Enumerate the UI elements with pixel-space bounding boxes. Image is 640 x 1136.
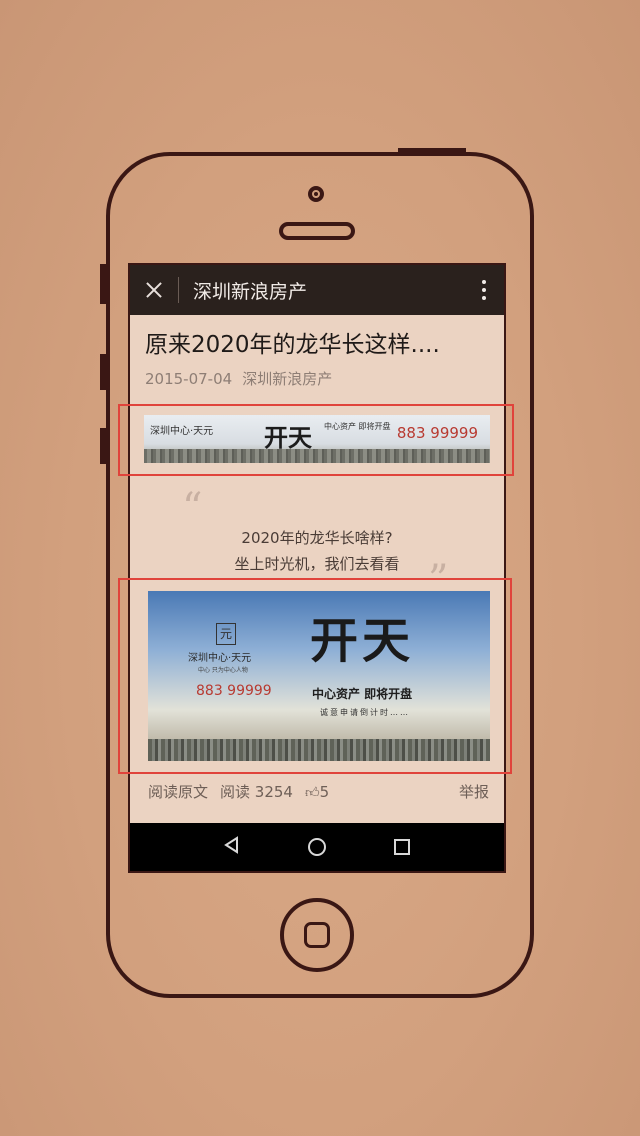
top-bar: 深圳新浪房产 <box>130 265 504 315</box>
android-nav-bar <box>130 823 504 871</box>
article-content: ° 原来2020年的龙华长这样.... 2015-07-04深圳新浪房产 深圳中… <box>130 315 504 825</box>
power-button <box>398 148 466 154</box>
banner2-logo: 元 <box>216 623 236 645</box>
main-banner-ad[interactable]: 元 深圳中心·天元 中心 只为中心人物 883 99999 开天 中心资产 即将… <box>148 591 490 761</box>
like-count: 5 <box>319 782 330 801</box>
banner1-brand: 深圳中心·天元 <box>150 426 214 437</box>
banner2-skyline <box>148 739 490 761</box>
top-banner-ad[interactable]: 深圳中心·天元 开天 中心资产 即将开盘 883 99999 <box>144 415 490 463</box>
home-circle-icon[interactable] <box>306 836 328 858</box>
banner1-skyline <box>144 449 490 463</box>
article-date: 2015-07-04 <box>145 370 233 388</box>
article-author[interactable]: 深圳新浪房产 <box>242 370 332 388</box>
home-square-icon <box>304 922 330 948</box>
banner2-tagline: 中心 只为中心人物 <box>198 667 248 674</box>
article-title: 原来2020年的龙华长这样.... <box>145 332 440 358</box>
article-meta: 2015-07-04 深圳新浪房产 <box>145 368 332 389</box>
read-count: 阅读 3254 <box>220 783 293 801</box>
quote-line-1: 2020年的龙华长啥样? <box>241 529 393 547</box>
banner2-subtext: 诚意申请倒计时…… <box>320 708 410 717</box>
topbar-title: 深圳新浪房产 <box>193 280 308 303</box>
phone-screen: 深圳新浪房产 ° 原来2020年的龙华长这样.... 2015-07-04深圳新… <box>128 263 506 873</box>
back-icon[interactable] <box>222 835 242 859</box>
article-footer: 阅读原文 阅读 3254 👍︎5 <box>148 781 329 802</box>
camera-icon <box>308 186 324 202</box>
more-icon[interactable] <box>464 265 504 315</box>
banner2-slogan: 中心资产 即将开盘 <box>312 687 413 701</box>
thumbs-up-icon: 👍︎ <box>304 784 320 801</box>
read-original-link[interactable]: 阅读原文 <box>148 781 208 802</box>
banner1-headline: 开天 <box>264 423 312 452</box>
banner1-phone: 883 99999 <box>396 424 478 442</box>
topbar-divider <box>178 277 179 303</box>
volume-up-button <box>100 354 106 390</box>
home-button[interactable] <box>280 898 354 972</box>
recent-apps-icon[interactable] <box>392 837 412 857</box>
open-quote-icon: “ <box>182 485 203 531</box>
report-link[interactable]: 举报 <box>459 781 489 802</box>
speaker-grille <box>279 222 355 240</box>
banner2-brand: 深圳中心·天元 <box>188 653 252 664</box>
like-button[interactable]: 👍︎5 <box>305 783 329 801</box>
mute-switch <box>100 264 106 304</box>
close-icon[interactable] <box>130 265 178 315</box>
banner2-headline: 开天 <box>310 613 415 669</box>
banner1-slogan: 中心资产 即将开盘 <box>324 422 391 431</box>
volume-down-button <box>100 428 106 464</box>
banner2-phone: 883 99999 <box>196 683 272 699</box>
